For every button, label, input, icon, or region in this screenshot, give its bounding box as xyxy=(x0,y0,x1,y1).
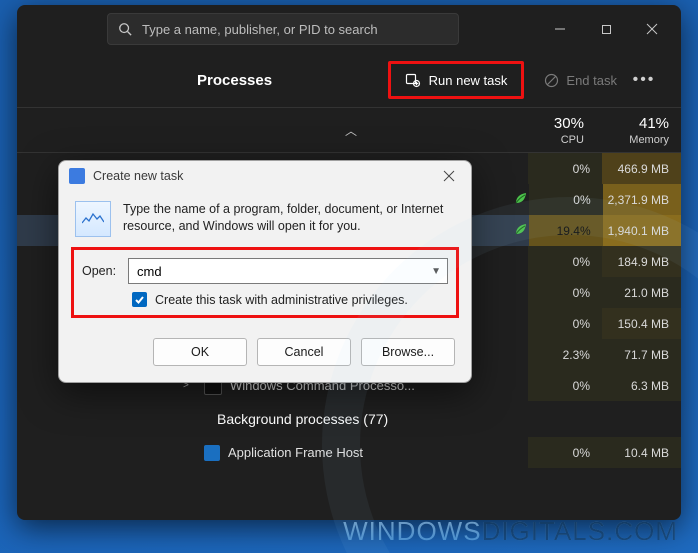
open-label: Open: xyxy=(82,264,128,278)
background-processes-heading: Background processes (77) xyxy=(17,401,681,437)
memory-cell: 150.4 MB xyxy=(602,308,681,339)
more-icon: ••• xyxy=(633,71,656,89)
table-header: ︿ 30% CPU 41% Memory xyxy=(17,107,681,153)
column-header-name[interactable]: ︿ xyxy=(186,122,517,139)
run-dialog-icon xyxy=(75,201,111,237)
check-icon xyxy=(134,294,145,305)
minimize-button[interactable] xyxy=(537,13,583,45)
close-button[interactable] xyxy=(629,13,675,45)
more-menu-button[interactable]: ••• xyxy=(627,66,661,94)
highlight-open-admin: Open: cmd ▼ Create this task with admini… xyxy=(71,247,459,318)
cancel-button[interactable]: Cancel xyxy=(257,338,351,366)
end-task-icon xyxy=(544,73,559,88)
search-input[interactable]: Type a name, publisher, or PID to search xyxy=(107,13,459,45)
watermark: WINDOWSDIGITALS.COM xyxy=(343,516,678,547)
memory-cell: 10.4 MB xyxy=(602,437,681,468)
eco-leaf-icon xyxy=(513,190,529,206)
end-task-button[interactable]: End task xyxy=(534,67,627,94)
search-icon xyxy=(118,22,132,36)
row-name-cell: Application Frame Host xyxy=(176,445,511,461)
memory-cell: 71.7 MB xyxy=(602,339,681,370)
section-title: Processes xyxy=(197,72,272,89)
memory-cell: 1,940.1 MB xyxy=(603,215,681,246)
app-icon xyxy=(204,445,220,461)
memory-cell: 21.0 MB xyxy=(602,277,681,308)
open-value: cmd xyxy=(137,264,162,279)
ok-button[interactable]: OK xyxy=(153,338,247,366)
section-header: Processes Run new task End task ••• xyxy=(17,53,681,107)
open-combobox[interactable]: cmd ▼ xyxy=(128,258,448,284)
memory-cell: 2,371.9 MB xyxy=(603,184,681,215)
cpu-cell: 0% xyxy=(528,308,602,339)
cpu-cell: 0% xyxy=(528,370,602,401)
cpu-cell: 0% xyxy=(529,184,602,215)
browse-button[interactable]: Browse... xyxy=(361,338,455,366)
memory-cell: 184.9 MB xyxy=(602,246,681,277)
end-task-label: End task xyxy=(566,73,617,88)
cpu-cell: 19.4% xyxy=(529,215,602,246)
dialog-close-button[interactable] xyxy=(433,164,465,188)
column-header-memory[interactable]: 41% Memory xyxy=(596,115,681,146)
dialog-explanation: Type the name of a program, folder, docu… xyxy=(75,201,455,237)
create-task-dialog: Create new task Type the name of a progr… xyxy=(58,160,472,383)
maximize-button[interactable] xyxy=(583,13,629,45)
memory-cell: 466.9 MB xyxy=(602,153,681,184)
search-placeholder: Type a name, publisher, or PID to search xyxy=(142,22,378,37)
sort-chevron-up-icon: ︿ xyxy=(345,122,357,139)
cpu-cell: 2.3% xyxy=(528,339,602,370)
cpu-cell: 0% xyxy=(528,153,602,184)
dialog-titlebar: Create new task xyxy=(59,161,471,191)
memory-cell: 6.3 MB xyxy=(602,370,681,401)
cpu-cell: 0% xyxy=(528,246,602,277)
titlebar: Type a name, publisher, or PID to search xyxy=(17,5,681,53)
cpu-cell: 0% xyxy=(528,277,602,308)
highlight-run-new-task: Run new task xyxy=(388,61,525,99)
dialog-app-icon xyxy=(69,168,85,184)
close-icon xyxy=(443,170,455,182)
admin-checkbox-label: Create this task with administrative pri… xyxy=(155,293,408,307)
table-row[interactable]: Application Frame Host 0%10.4 MB xyxy=(17,437,681,468)
eco-leaf-icon xyxy=(513,221,529,237)
run-new-task-button[interactable]: Run new task xyxy=(393,66,520,94)
column-header-cpu[interactable]: 30% CPU xyxy=(516,115,595,146)
run-new-task-label: Run new task xyxy=(429,73,508,88)
admin-checkbox[interactable] xyxy=(132,292,147,307)
window-controls xyxy=(537,13,675,45)
process-name: Application Frame Host xyxy=(228,445,363,460)
cpu-cell: 0% xyxy=(528,437,602,468)
dialog-title: Create new task xyxy=(93,169,183,183)
run-task-icon xyxy=(405,72,421,88)
chevron-down-icon: ▼ xyxy=(431,266,441,277)
